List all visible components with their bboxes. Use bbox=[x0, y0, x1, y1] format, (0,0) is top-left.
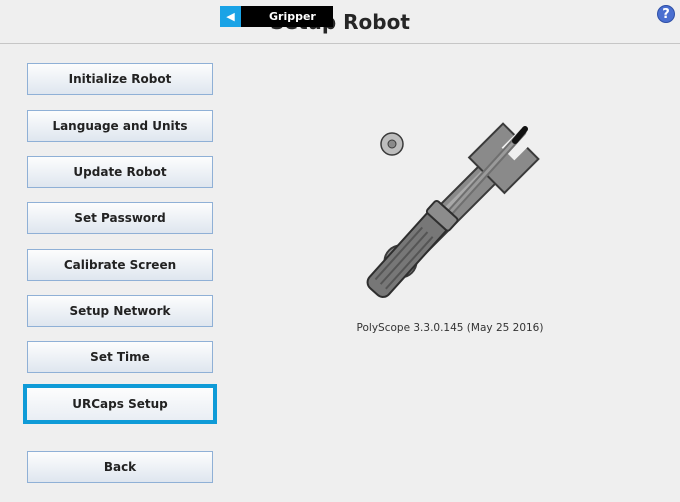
update-robot-button[interactable]: Update Robot bbox=[27, 156, 213, 188]
set-password-button[interactable]: Set Password bbox=[27, 202, 213, 234]
help-icon[interactable]: ? bbox=[657, 5, 675, 23]
wrench-screwdriver-icon bbox=[366, 122, 540, 298]
set-time-button[interactable]: Set Time bbox=[27, 341, 213, 373]
back-button[interactable]: Back bbox=[27, 451, 213, 483]
setup-network-button[interactable]: Setup Network bbox=[27, 295, 213, 327]
version-label: PolyScope 3.3.0.145 (May 25 2016) bbox=[356, 322, 544, 334]
initialize-robot-button[interactable]: Initialize Robot bbox=[27, 63, 213, 95]
caret-left-icon[interactable]: ◀ bbox=[220, 6, 241, 27]
calibrate-screen-button[interactable]: Calibrate Screen bbox=[27, 249, 213, 281]
header-bar: Setup Robot bbox=[0, 0, 680, 44]
screwdriver-icon bbox=[366, 126, 528, 298]
header-divider bbox=[0, 43, 680, 44]
page-title: Setup Robot bbox=[270, 10, 410, 34]
language-and-units-button[interactable]: Language and Units bbox=[27, 110, 213, 142]
gripper-tab-label: Gripper bbox=[269, 10, 316, 23]
urcaps-setup-button[interactable]: URCaps Setup bbox=[23, 384, 217, 424]
gripper-tab[interactable]: ◀ Gripper bbox=[220, 6, 333, 27]
